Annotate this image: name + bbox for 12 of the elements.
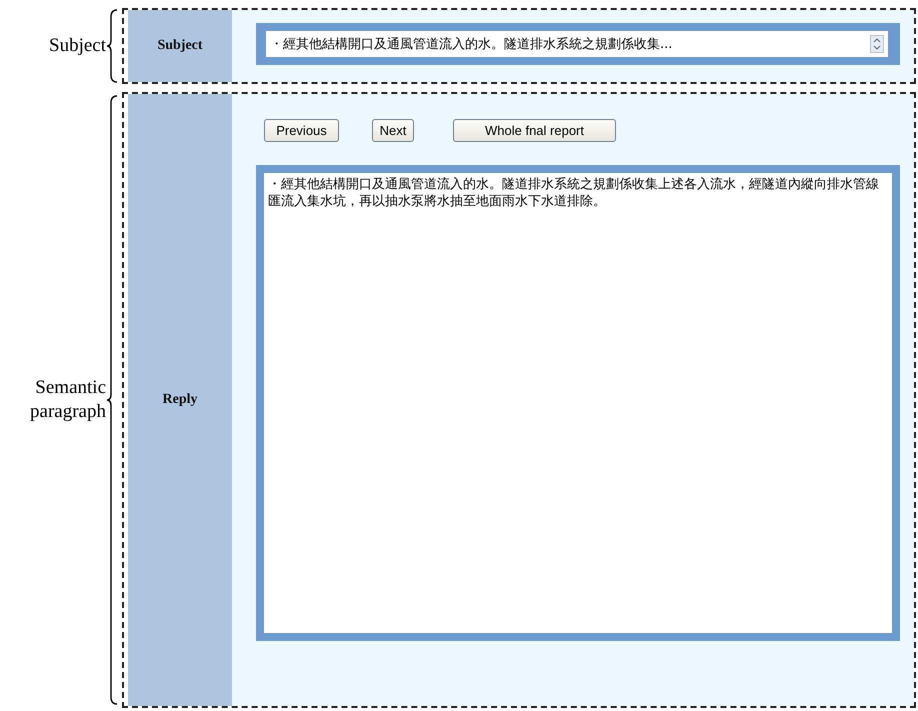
subject-field[interactable]: ・經其他結構開口及通風管道流入的水。隧道排水系統之規劃係收集... xyxy=(266,31,888,57)
annotation-label: Semantic paragraph xyxy=(29,376,106,424)
reply-text-area[interactable]: ・經其他結構開口及通風管道流入的水。隧道排水系統之規劃係收集上述各入流水，經隧道內縱向排水管線匯流入集水坑，再以抽水泵將水抽至地面雨水下水道排除。 xyxy=(264,173,892,633)
subject-label: Subject xyxy=(157,38,203,54)
nav-button[interactable]: Previous xyxy=(264,119,339,142)
spinner-icon xyxy=(870,35,884,53)
brace-icon xyxy=(106,95,118,705)
reply-label: Reply xyxy=(162,392,198,408)
nav-button[interactable]: Next xyxy=(372,119,414,142)
brace-icon xyxy=(106,9,118,83)
nav-button[interactable]: Whole fnal report xyxy=(453,119,616,142)
annotation-label: Subject xyxy=(49,34,106,58)
